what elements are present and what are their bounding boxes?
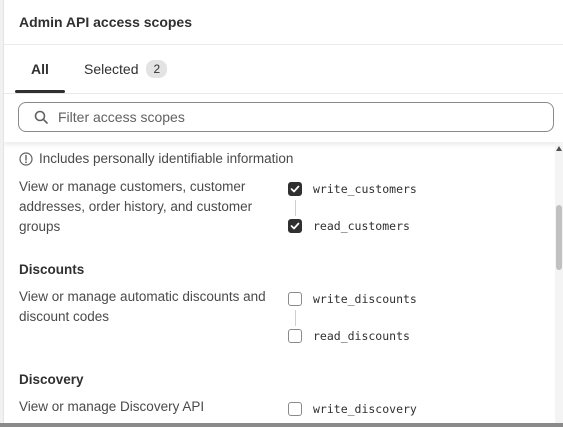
panel-header: Admin API access scopes bbox=[4, 0, 563, 45]
scope-label: read_discounts bbox=[313, 329, 410, 343]
scope-row-write-customers: write_customers bbox=[288, 182, 417, 196]
scroll-up-arrow-icon[interactable] bbox=[556, 146, 562, 151]
panel-title: Admin API access scopes bbox=[19, 14, 193, 30]
write-customers-checkbox[interactable] bbox=[288, 182, 302, 196]
scope-row-read-discounts: read_discounts bbox=[288, 329, 410, 343]
tab-selected[interactable]: Selected 2 bbox=[84, 45, 168, 93]
read-customers-checkbox[interactable] bbox=[288, 219, 302, 233]
pii-notice: Includes personally identifiable informa… bbox=[19, 151, 293, 166]
scrollbar-thumb[interactable] bbox=[556, 205, 562, 270]
section-title-discovery: Discovery bbox=[19, 372, 84, 387]
scope-row-write-discovery: write_discovery bbox=[288, 402, 417, 416]
write-discovery-checkbox[interactable] bbox=[288, 402, 302, 416]
scope-label: write_discovery bbox=[313, 402, 417, 416]
tab-selected-label: Selected bbox=[84, 61, 139, 77]
tab-all[interactable]: All bbox=[31, 45, 49, 93]
write-discounts-checkbox[interactable] bbox=[288, 292, 302, 306]
scope-connector bbox=[295, 310, 296, 326]
tab-all-label: All bbox=[31, 61, 49, 77]
scope-label: write_customers bbox=[313, 182, 417, 196]
scope-row-write-discounts: write_discounts bbox=[288, 292, 417, 306]
active-tab-indicator bbox=[15, 90, 65, 93]
checkmark-icon bbox=[290, 222, 300, 230]
scope-description-customers: View or manage customers, customer addre… bbox=[19, 179, 253, 234]
scope-label: write_discounts bbox=[313, 292, 417, 306]
scope-label: read_customers bbox=[313, 219, 410, 233]
scope-description-discounts: View or manage automatic discounts and d… bbox=[19, 289, 266, 324]
checkmark-icon bbox=[290, 185, 300, 193]
selected-count-badge: 2 bbox=[146, 60, 168, 78]
scope-connector bbox=[295, 200, 296, 216]
scope-tabs: All Selected 2 bbox=[4, 45, 563, 94]
scrollbar[interactable] bbox=[555, 142, 563, 423]
search-box[interactable] bbox=[18, 102, 554, 132]
scope-list: Includes personally identifiable informa… bbox=[4, 142, 556, 423]
scope-row-read-customers: read_customers bbox=[288, 219, 410, 233]
scope-description-discovery: View or manage Discovery API bbox=[19, 399, 205, 414]
pii-notice-text: Includes personally identifiable informa… bbox=[39, 151, 294, 166]
search-input[interactable] bbox=[58, 109, 528, 125]
read-discounts-checkbox[interactable] bbox=[288, 329, 302, 343]
access-scopes-panel: Admin API access scopes All Selected 2 F… bbox=[3, 0, 563, 423]
info-icon bbox=[19, 151, 33, 166]
search-icon bbox=[34, 110, 48, 124]
section-title-discounts: Discounts bbox=[19, 262, 85, 277]
search-area bbox=[4, 94, 563, 142]
bottom-border bbox=[0, 423, 563, 427]
